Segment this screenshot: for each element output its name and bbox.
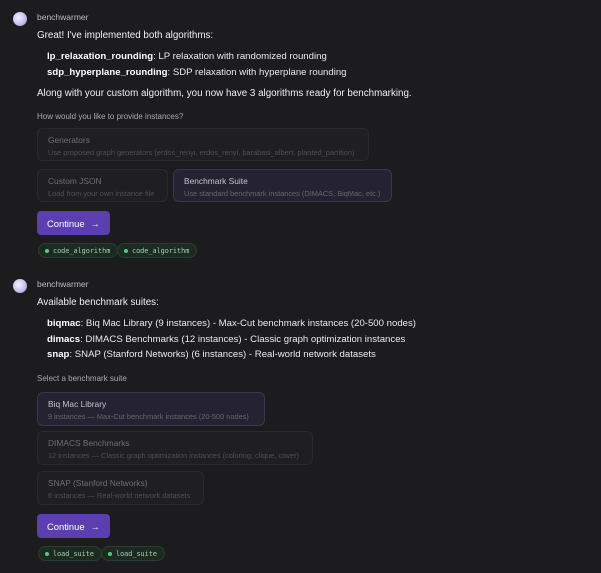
option-custom-json[interactable]: Custom JSON Load from your own instance …	[37, 169, 168, 202]
suite-name: dimacs	[47, 334, 81, 345]
suite-item: snap: SNAP (Stanford Networks) (6 instan…	[47, 349, 376, 360]
tool-call-tag: load_suite	[38, 546, 102, 561]
arrow-right-icon: →	[90, 217, 100, 229]
algorithm-name: lp_relaxation_rounding	[47, 51, 154, 62]
option-title: SNAP (Stanford Networks)	[48, 478, 148, 488]
suite-item: dimacs: DIMACS Benchmarks (12 instances)…	[47, 334, 405, 345]
option-desc: Use standard benchmark instances (DIMACS…	[184, 189, 381, 198]
status-dot-icon	[45, 248, 49, 253]
assistant-avatar	[13, 279, 27, 293]
arrow-right-icon: →	[90, 520, 100, 532]
tool-call-tag: code_algorithm	[117, 243, 198, 258]
option-desc: Load from your own instance file	[48, 189, 155, 198]
option-title: Biq Mac Library	[48, 399, 107, 409]
option-desc: 9 instances — Max-Cut benchmark instance…	[48, 412, 249, 421]
suite-desc: : Biq Mac Library (9 instances) - Max-Cu…	[80, 318, 416, 329]
status-dot-icon	[45, 551, 49, 556]
tool-call-tag: code_algorithm	[38, 243, 119, 258]
assistant-avatar	[13, 12, 27, 26]
continue-label: Continue	[47, 520, 85, 532]
option-desc: 6 instances — Real-world network dataset…	[48, 491, 191, 500]
algorithm-name: sdp_hyperplane_rounding	[47, 67, 168, 78]
tool-call-label: load_suite	[53, 549, 94, 558]
suite-desc: : SNAP (Stanford Networks) (6 instances)…	[69, 349, 376, 360]
option-snap[interactable]: SNAP (Stanford Networks) 6 instances — R…	[37, 471, 204, 505]
suite-name: biqmac	[47, 318, 81, 329]
algorithm-item: sdp_hyperplane_rounding: SDP relaxation …	[47, 67, 347, 78]
tool-call-label: load_suite	[116, 549, 157, 558]
message-summary: Along with your custom algorithm, you no…	[37, 88, 412, 99]
option-desc: Use proposed graph generators (erdos_ren…	[48, 148, 355, 157]
option-biqmac[interactable]: Biq Mac Library 9 instances — Max-Cut be…	[37, 392, 265, 426]
suite-name: snap	[47, 349, 70, 360]
continue-button[interactable]: Continue →	[37, 514, 110, 538]
option-title: Benchmark Suite	[184, 176, 248, 186]
option-benchmark-suite[interactable]: Benchmark Suite Use standard benchmark i…	[173, 169, 392, 202]
continue-button[interactable]: Continue →	[37, 211, 110, 235]
tool-call-label: code_algorithm	[132, 246, 190, 255]
tool-call-tag: load_suite	[101, 546, 165, 561]
suite-desc: : DIMACS Benchmarks (12 instances) - Cla…	[80, 334, 406, 345]
question-label: How would you like to provide instances?	[37, 112, 184, 121]
status-dot-icon	[108, 551, 112, 556]
message-author: benchwarmer	[37, 12, 89, 22]
option-title: Generators	[48, 135, 90, 145]
message-author: benchwarmer	[37, 279, 89, 289]
algorithm-item: lp_relaxation_rounding: LP relaxation wi…	[47, 51, 327, 62]
option-title: Custom JSON	[48, 176, 102, 186]
option-desc: 12 instances — Classic graph optimizatio…	[48, 451, 299, 460]
status-dot-icon	[124, 248, 128, 253]
question-label: Select a benchmark suite	[37, 374, 127, 383]
option-generators[interactable]: Generators Use proposed graph generators…	[37, 128, 369, 161]
tool-call-label: code_algorithm	[53, 246, 111, 255]
option-dimacs[interactable]: DIMACS Benchmarks 12 instances — Classic…	[37, 431, 313, 465]
algorithm-desc: : SDP relaxation with hyperplane roundin…	[167, 67, 347, 78]
message-intro: Great! I've implemented both algorithms:	[37, 30, 214, 41]
suite-item: biqmac: Biq Mac Library (9 instances) - …	[47, 318, 416, 329]
message-intro: Available benchmark suites:	[37, 297, 159, 308]
continue-label: Continue	[47, 217, 85, 229]
algorithm-desc: : LP relaxation with randomized rounding	[153, 51, 327, 62]
option-title: DIMACS Benchmarks	[48, 438, 130, 448]
